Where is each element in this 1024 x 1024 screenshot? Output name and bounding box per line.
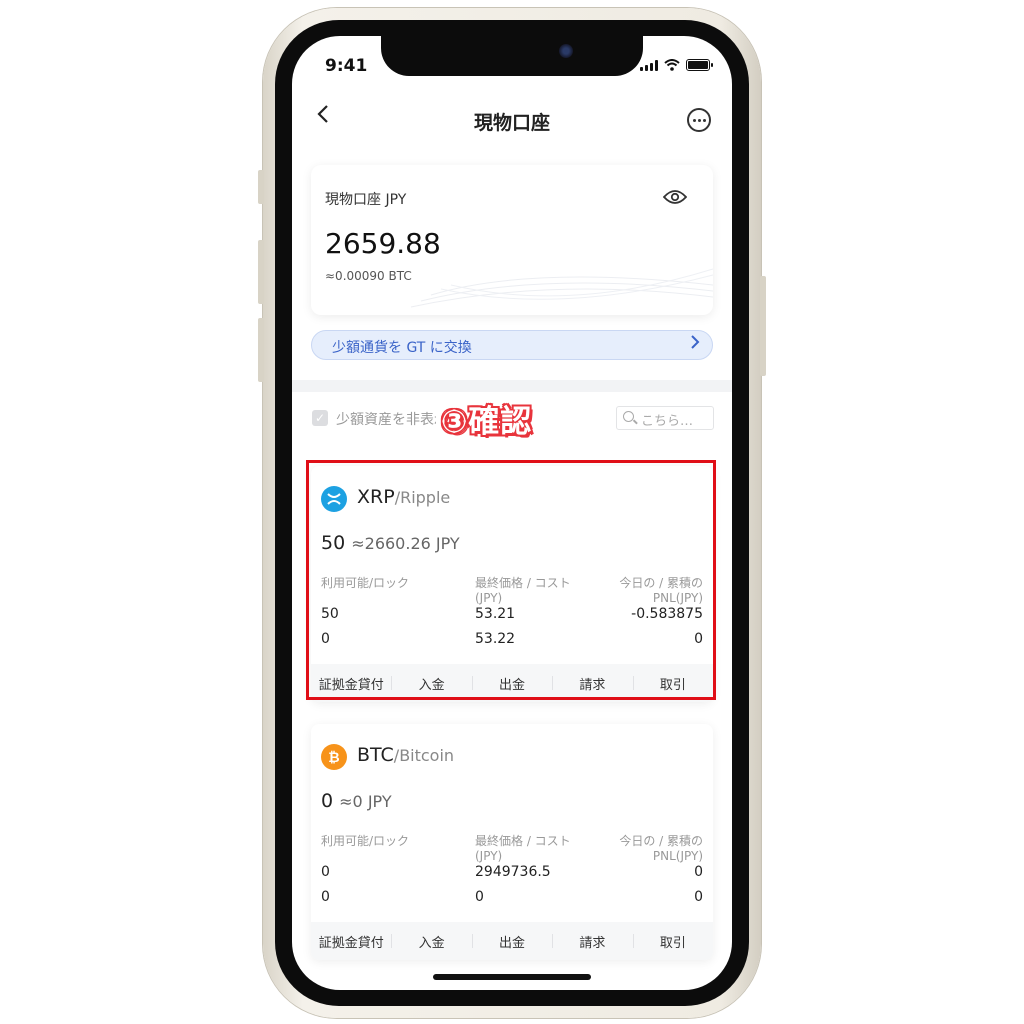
- notch: [381, 34, 643, 76]
- search-input[interactable]: こちら…: [616, 406, 714, 430]
- coin-name: /Bitcoin: [393, 746, 455, 765]
- last-price-value: 2949736.5: [475, 864, 551, 880]
- more-dot-icon: [702, 118, 706, 122]
- back-button[interactable]: [316, 104, 330, 130]
- volume-up-button: [258, 240, 264, 304]
- swap-to-gt-button[interactable]: 少額通貨を GT に交換: [311, 330, 713, 360]
- balance-label: 現物口座 JPY: [325, 192, 407, 208]
- hide-small-checkbox[interactable]: ✓: [312, 410, 328, 426]
- margin-lending-button[interactable]: 証拠金貸付: [311, 932, 391, 951]
- coin-approx-value: ≈0 JPY: [339, 792, 392, 811]
- volume-down-button: [258, 318, 264, 382]
- more-button[interactable]: [687, 108, 711, 132]
- wave-decoration: [410, 268, 713, 308]
- annotation-label: ③確認: [441, 404, 533, 440]
- signal-icon: [640, 59, 658, 71]
- request-button[interactable]: 請求: [552, 932, 632, 951]
- pnl-total-value: 0: [694, 889, 703, 905]
- column-available-header: 利用可能/ロック: [321, 834, 410, 848]
- eye-icon[interactable]: [663, 189, 687, 205]
- balance-btc: ≈0.00090 BTC: [325, 269, 412, 283]
- bitcoin-icon: ₿: [321, 744, 347, 770]
- deposit-button[interactable]: 入金: [391, 932, 471, 951]
- mute-switch: [258, 170, 264, 204]
- balance-value: 2659.88: [325, 227, 441, 260]
- home-indicator: [433, 974, 591, 980]
- coin-amount: 0 ≈0 JPY: [321, 790, 392, 812]
- page-title: 現物口座: [473, 112, 550, 134]
- balance-card: 現物口座 JPY 2659.88 ≈0.00090 BTC: [311, 165, 713, 315]
- search-placeholder: こちら…: [641, 414, 694, 429]
- column-pnl-header: 今日の / 累積の PNL(JPY): [619, 834, 703, 863]
- column-price-header: 最終価格 / コスト (JPY): [475, 834, 571, 863]
- status-time: 9:41: [325, 56, 368, 76]
- wifi-icon: [664, 59, 680, 71]
- section-divider: [292, 380, 732, 392]
- asset-card-btc: ₿ BTC/Bitcoin 0 ≈0 JPY 利用可能/ロック 最終価格 / コ…: [311, 724, 713, 960]
- power-button: [760, 276, 766, 376]
- locked-value: 0: [321, 889, 330, 905]
- coin-symbol: BTC/Bitcoin: [357, 744, 455, 766]
- camera: [559, 44, 573, 58]
- action-bar: 証拠金貸付 入金 出金 請求 取引: [311, 922, 713, 960]
- hide-small-label: 少額資産を非表示: [336, 412, 436, 428]
- chevron-left-icon: [317, 105, 328, 123]
- battery-icon: [686, 59, 713, 71]
- pnl-today-value: 0: [694, 864, 703, 880]
- swap-label: 少額通貨を GT に交換: [332, 340, 472, 356]
- more-dot-icon: [697, 118, 701, 122]
- cost-value: 0: [475, 889, 484, 905]
- highlight-box: [306, 460, 716, 700]
- withdraw-button[interactable]: 出金: [471, 932, 552, 951]
- chevron-right-icon: [690, 334, 700, 355]
- trade-button[interactable]: 取引: [632, 932, 713, 951]
- search-icon: [623, 411, 634, 422]
- more-dot-icon: [692, 118, 696, 122]
- status-icons: [640, 59, 713, 71]
- available-value: 0: [321, 864, 330, 880]
